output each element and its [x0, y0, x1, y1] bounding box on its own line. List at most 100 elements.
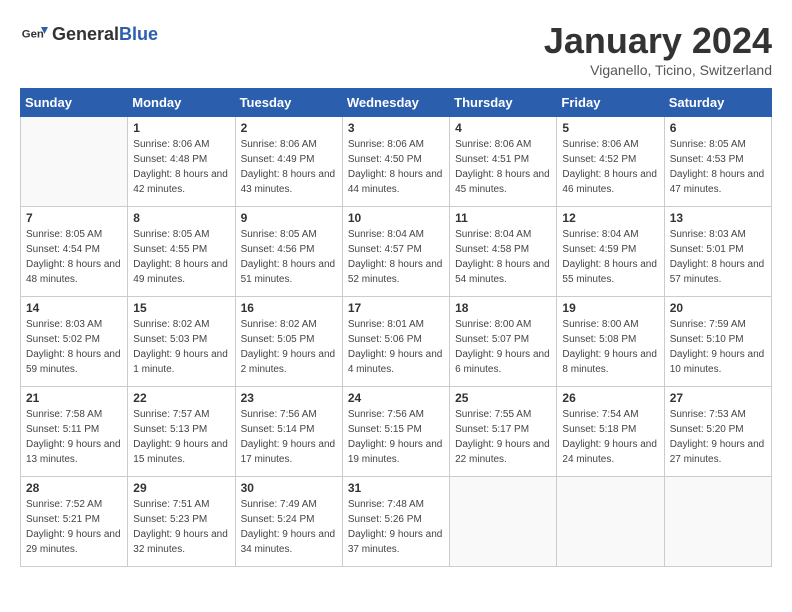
day-number: 1	[133, 121, 229, 135]
calendar-day-cell: 7 Sunrise: 8:05 AMSunset: 4:54 PMDaylight…	[21, 207, 128, 297]
calendar-subtitle: Viganello, Ticino, Switzerland	[544, 62, 772, 78]
day-info: Sunrise: 7:52 AMSunset: 5:21 PMDaylight:…	[26, 497, 122, 557]
day-number: 3	[348, 121, 444, 135]
day-info: Sunrise: 8:05 AMSunset: 4:56 PMDaylight:…	[241, 227, 337, 287]
calendar-day-cell: 9 Sunrise: 8:05 AMSunset: 4:56 PMDaylight…	[235, 207, 342, 297]
calendar-day-cell: 28 Sunrise: 7:52 AMSunset: 5:21 PMDayligh…	[21, 477, 128, 567]
calendar-body: 1Sunrise: 8:06 AMSunset: 4:48 PMDaylight…	[21, 117, 772, 567]
day-info: Sunrise: 8:06 AMSunset: 4:52 PMDaylight:…	[562, 137, 658, 197]
day-info: Sunrise: 7:57 AMSunset: 5:13 PMDaylight:…	[133, 407, 229, 467]
calendar-day-cell: 1Sunrise: 8:06 AMSunset: 4:48 PMDaylight…	[128, 117, 235, 207]
day-number: 28	[26, 481, 122, 495]
day-number: 18	[455, 301, 551, 315]
calendar-day-cell: 2 Sunrise: 8:06 AMSunset: 4:49 PMDaylight…	[235, 117, 342, 207]
day-info: Sunrise: 8:03 AMSunset: 5:01 PMDaylight:…	[670, 227, 766, 287]
calendar-day-cell: 4Sunrise: 8:06 AMSunset: 4:51 PMDaylight…	[450, 117, 557, 207]
logo: Gen GeneralBlue	[20, 20, 158, 48]
day-number: 15	[133, 301, 229, 315]
day-number: 20	[670, 301, 766, 315]
calendar-day-cell: 3Sunrise: 8:06 AMSunset: 4:50 PMDaylight…	[342, 117, 449, 207]
calendar-day-cell: 12 Sunrise: 8:04 AMSunset: 4:59 PMDayligh…	[557, 207, 664, 297]
weekday-header-cell: Friday	[557, 89, 664, 117]
day-info: Sunrise: 8:06 AMSunset: 4:51 PMDaylight:…	[455, 137, 551, 197]
calendar-day-cell: 27 Sunrise: 7:53 AMSunset: 5:20 PMDayligh…	[664, 387, 771, 477]
day-info: Sunrise: 7:55 AMSunset: 5:17 PMDaylight:…	[455, 407, 551, 467]
day-info: Sunrise: 7:51 AMSunset: 5:23 PMDaylight:…	[133, 497, 229, 557]
day-info: Sunrise: 7:49 AMSunset: 5:24 PMDaylight:…	[241, 497, 337, 557]
weekday-header-cell: Tuesday	[235, 89, 342, 117]
day-info: Sunrise: 8:04 AMSunset: 4:59 PMDaylight:…	[562, 227, 658, 287]
day-info: Sunrise: 7:54 AMSunset: 5:18 PMDaylight:…	[562, 407, 658, 467]
logo-text-general: General	[52, 24, 119, 44]
day-info: Sunrise: 8:04 AMSunset: 4:57 PMDaylight:…	[348, 227, 444, 287]
day-number: 29	[133, 481, 229, 495]
day-info: Sunrise: 8:00 AMSunset: 5:08 PMDaylight:…	[562, 317, 658, 377]
day-info: Sunrise: 7:48 AMSunset: 5:26 PMDaylight:…	[348, 497, 444, 557]
calendar-day-cell: 21Sunrise: 7:58 AMSunset: 5:11 PMDayligh…	[21, 387, 128, 477]
day-number: 9	[241, 211, 337, 225]
day-info: Sunrise: 8:06 AMSunset: 4:49 PMDaylight:…	[241, 137, 337, 197]
weekday-header-cell: Monday	[128, 89, 235, 117]
calendar-day-cell: 17 Sunrise: 8:01 AMSunset: 5:06 PMDayligh…	[342, 297, 449, 387]
page-header: Gen GeneralBlue January 2024 Viganello, …	[20, 20, 772, 78]
calendar-day-cell: 13 Sunrise: 8:03 AMSunset: 5:01 PMDayligh…	[664, 207, 771, 297]
day-number: 10	[348, 211, 444, 225]
day-number: 30	[241, 481, 337, 495]
day-info: Sunrise: 8:02 AMSunset: 5:05 PMDaylight:…	[241, 317, 337, 377]
day-info: Sunrise: 8:05 AMSunset: 4:53 PMDaylight:…	[670, 137, 766, 197]
calendar-day-cell: 29 Sunrise: 7:51 AMSunset: 5:23 PMDayligh…	[128, 477, 235, 567]
title-section: January 2024 Viganello, Ticino, Switzerl…	[544, 20, 772, 78]
day-info: Sunrise: 8:05 AMSunset: 4:55 PMDaylight:…	[133, 227, 229, 287]
day-number: 24	[348, 391, 444, 405]
day-info: Sunrise: 8:02 AMSunset: 5:03 PMDaylight:…	[133, 317, 229, 377]
calendar-day-cell: 23 Sunrise: 7:56 AMSunset: 5:14 PMDayligh…	[235, 387, 342, 477]
svg-text:Gen: Gen	[22, 29, 44, 41]
day-info: Sunrise: 8:01 AMSunset: 5:06 PMDaylight:…	[348, 317, 444, 377]
day-number: 12	[562, 211, 658, 225]
calendar-day-cell: 26Sunrise: 7:54 AMSunset: 5:18 PMDayligh…	[557, 387, 664, 477]
weekday-header-cell: Saturday	[664, 89, 771, 117]
calendar-day-cell: 10 Sunrise: 8:04 AMSunset: 4:57 PMDayligh…	[342, 207, 449, 297]
day-number: 5	[562, 121, 658, 135]
weekday-header-cell: Sunday	[21, 89, 128, 117]
day-info: Sunrise: 7:56 AMSunset: 5:15 PMDaylight:…	[348, 407, 444, 467]
day-number: 23	[241, 391, 337, 405]
day-info: Sunrise: 8:00 AMSunset: 5:07 PMDaylight:…	[455, 317, 551, 377]
day-number: 22	[133, 391, 229, 405]
day-number: 7	[26, 211, 122, 225]
calendar-day-cell: 5 Sunrise: 8:06 AMSunset: 4:52 PMDaylight…	[557, 117, 664, 207]
logo-icon: Gen	[20, 20, 48, 48]
calendar-day-cell: 19 Sunrise: 8:00 AMSunset: 5:08 PMDayligh…	[557, 297, 664, 387]
day-info: Sunrise: 7:59 AMSunset: 5:10 PMDaylight:…	[670, 317, 766, 377]
day-number: 27	[670, 391, 766, 405]
day-number: 6	[670, 121, 766, 135]
calendar-day-cell: 14Sunrise: 8:03 AMSunset: 5:02 PMDayligh…	[21, 297, 128, 387]
calendar-day-cell: 8Sunrise: 8:05 AMSunset: 4:55 PMDaylight…	[128, 207, 235, 297]
day-info: Sunrise: 7:56 AMSunset: 5:14 PMDaylight:…	[241, 407, 337, 467]
calendar-day-cell	[664, 477, 771, 567]
calendar-day-cell: 24 Sunrise: 7:56 AMSunset: 5:15 PMDayligh…	[342, 387, 449, 477]
calendar-day-cell: 25 Sunrise: 7:55 AMSunset: 5:17 PMDayligh…	[450, 387, 557, 477]
calendar-day-cell: 20 Sunrise: 7:59 AMSunset: 5:10 PMDayligh…	[664, 297, 771, 387]
day-number: 19	[562, 301, 658, 315]
weekday-header-row: SundayMondayTuesdayWednesdayThursdayFrid…	[21, 89, 772, 117]
day-info: Sunrise: 8:04 AMSunset: 4:58 PMDaylight:…	[455, 227, 551, 287]
weekday-header-cell: Thursday	[450, 89, 557, 117]
calendar-week-row: 14Sunrise: 8:03 AMSunset: 5:02 PMDayligh…	[21, 297, 772, 387]
day-number: 21	[26, 391, 122, 405]
calendar-day-cell: 11Sunrise: 8:04 AMSunset: 4:58 PMDayligh…	[450, 207, 557, 297]
calendar-day-cell: 30 Sunrise: 7:49 AMSunset: 5:24 PMDayligh…	[235, 477, 342, 567]
day-number: 25	[455, 391, 551, 405]
day-number: 17	[348, 301, 444, 315]
day-info: Sunrise: 8:05 AMSunset: 4:54 PMDaylight:…	[26, 227, 122, 287]
day-info: Sunrise: 7:53 AMSunset: 5:20 PMDaylight:…	[670, 407, 766, 467]
calendar-day-cell	[557, 477, 664, 567]
calendar-table: SundayMondayTuesdayWednesdayThursdayFrid…	[20, 88, 772, 567]
calendar-day-cell	[450, 477, 557, 567]
day-number: 2	[241, 121, 337, 135]
calendar-day-cell: 16Sunrise: 8:02 AMSunset: 5:05 PMDayligh…	[235, 297, 342, 387]
day-number: 13	[670, 211, 766, 225]
logo-text-blue: Blue	[119, 24, 158, 44]
day-info: Sunrise: 8:03 AMSunset: 5:02 PMDaylight:…	[26, 317, 122, 377]
calendar-week-row: 1Sunrise: 8:06 AMSunset: 4:48 PMDaylight…	[21, 117, 772, 207]
